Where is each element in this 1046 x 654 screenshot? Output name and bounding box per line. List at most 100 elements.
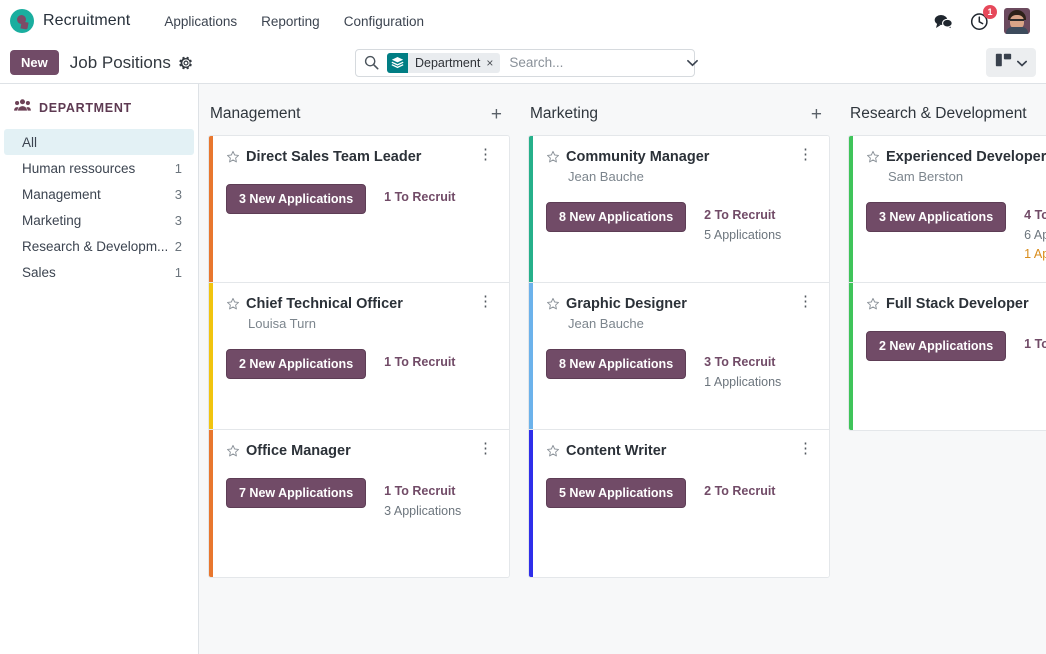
to-recruit-stat[interactable]: 1 To Recruit (384, 188, 455, 207)
sidebar-item-count: 1 (174, 264, 182, 280)
card-menu-icon[interactable]: ⋮ (476, 147, 495, 161)
card-header: Direct Sales Team Leader ⋮ (226, 147, 495, 166)
to-recruit-stat[interactable]: 1 To Recruit (384, 353, 455, 372)
star-outline-icon[interactable] (546, 444, 560, 458)
card-menu-icon[interactable]: ⋮ (796, 147, 815, 161)
menu-item-applications[interactable]: Applications (152, 8, 249, 35)
kanban-card[interactable]: Full Stack Developer ⋮ 2 New Application… (849, 283, 1046, 430)
column-title: Marketing (530, 105, 599, 122)
facet-remove-icon[interactable]: × (486, 57, 500, 69)
sidebar-item-human-ressources[interactable]: Human ressources 1 (4, 155, 194, 181)
star-outline-icon[interactable] (226, 297, 240, 311)
new-applications-button[interactable]: 2 New Applications (226, 349, 367, 380)
card-menu-icon[interactable]: ⋮ (796, 294, 815, 308)
kanban-card[interactable]: Graphic Designer ⋮ Jean Bauche 8 New App… (529, 283, 829, 430)
new-applications-button[interactable]: 3 New Applications (226, 184, 367, 215)
card-menu-icon[interactable]: ⋮ (476, 441, 495, 455)
to-recruit-stat[interactable]: 3 To Recruit (704, 353, 781, 372)
content-area: DEPARTMENT All Human ressources 1 Manage… (0, 84, 1046, 654)
search-dropdown-toggle[interactable] (686, 50, 699, 76)
to-recruit-stat[interactable]: 2 To Recruit (704, 206, 781, 225)
card-title: Office Manager (246, 443, 351, 459)
applications-stat[interactable]: 6 Applications (1024, 226, 1046, 245)
sidebar-item-management[interactable]: Management 3 (4, 181, 194, 207)
star-outline-icon[interactable] (866, 297, 880, 311)
star-outline-icon[interactable] (226, 150, 240, 164)
to-recruit-stat[interactable]: 1 To Recruit (1024, 335, 1046, 354)
star-outline-icon[interactable] (546, 150, 560, 164)
kanban-card[interactable]: Office Manager ⋮ 7 New Applications 1 To… (209, 430, 509, 577)
sidebar-item-research-development[interactable]: Research & Developm... 2 (4, 233, 194, 259)
user-avatar[interactable] (1004, 8, 1030, 34)
new-applications-button[interactable]: 2 New Applications (866, 331, 1007, 362)
column-title: Research & Development (850, 105, 1027, 122)
gear-icon[interactable] (179, 56, 193, 70)
card-header: Community Manager ⋮ (546, 147, 815, 166)
applications-stat[interactable]: 5 Applications (704, 226, 781, 245)
card-stats: 1 To Recruit (384, 349, 455, 372)
sidebar-item-marketing[interactable]: Marketing 3 (4, 207, 194, 233)
new-record-button[interactable]: New (10, 50, 59, 75)
card-menu-icon[interactable]: ⋮ (796, 441, 815, 455)
column-card-list: Experienced Developer ⋮ Sam Berston 3 Ne… (848, 135, 1046, 431)
star-outline-icon[interactable] (546, 297, 560, 311)
sidebar-item-label: Management (22, 186, 101, 202)
applications-stat[interactable]: 3 Applications (384, 502, 461, 521)
to-recruit-stat[interactable]: 4 To Recruit (1024, 206, 1046, 225)
menu-item-configuration[interactable]: Configuration (332, 8, 436, 35)
search-input[interactable] (500, 55, 687, 70)
add-card-button[interactable]: + (808, 105, 825, 124)
app-name: Recruitment (43, 12, 131, 29)
card-color-stripe (209, 283, 213, 429)
applications-stat[interactable]: 1 Applications (704, 373, 781, 392)
sidebar-item-sales[interactable]: Sales 1 (4, 259, 194, 285)
messages-button[interactable] (932, 10, 954, 32)
kanban-card[interactable]: Content Writer ⋮ 5 New Applications 2 To… (529, 430, 829, 577)
app-brand[interactable]: Recruitment (10, 9, 130, 33)
control-panel: New Job Positions Department × Search... (0, 42, 1046, 84)
search-bar[interactable]: Department × (355, 48, 699, 77)
new-applications-button[interactable]: 3 New Applications (866, 202, 1007, 233)
to-recruit-stat[interactable]: 1 To Recruit (384, 482, 461, 501)
column-header: Marketing + (528, 93, 830, 135)
new-applications-button[interactable]: 8 New Applications (546, 202, 687, 233)
kanban-card[interactable]: Chief Technical Officer ⋮ Louisa Turn 2 … (209, 283, 509, 430)
search-facet-department[interactable]: Department × (387, 52, 501, 73)
sidebar-item-count: 2 (174, 238, 182, 254)
new-applications-button[interactable]: 7 New Applications (226, 478, 367, 509)
avatar-glasses (1010, 19, 1024, 23)
activities-button[interactable]: 1 (968, 5, 997, 32)
view-switcher-kanban[interactable] (986, 48, 1036, 77)
kanban-column-research-development: Research & Development + Experienced Dev… (839, 84, 1046, 654)
card-stats: 1 To Recruit (1024, 331, 1046, 354)
kanban-card[interactable]: Direct Sales Team Leader ⋮ 3 New Applica… (209, 136, 509, 283)
star-outline-icon[interactable] (866, 150, 880, 164)
card-body: 5 New Applications 2 To Recruit (546, 478, 815, 509)
new-applications-button[interactable]: 5 New Applications (546, 478, 687, 509)
sidebar-item-label: All (22, 134, 38, 150)
star-outline-icon[interactable] (226, 444, 240, 458)
card-body: 3 New Applications 1 To Recruit (226, 184, 495, 215)
card-stats: 1 To Recruit 3 Applications (384, 478, 461, 521)
kanban-card[interactable]: Community Manager ⋮ Jean Bauche 8 New Ap… (529, 136, 829, 283)
kanban-column-management: Management + Direct Sales Team Leader ⋮ (199, 84, 519, 654)
card-body: 2 New Applications 1 To Recruit (226, 349, 495, 380)
sidebar-item-all[interactable]: All (4, 129, 194, 155)
to-recruit-stat[interactable]: 2 To Recruit (704, 482, 775, 501)
column-card-list: Community Manager ⋮ Jean Bauche 8 New Ap… (528, 135, 830, 578)
sidebar-title: DEPARTMENT (39, 100, 132, 115)
layers-icon[interactable] (387, 52, 408, 73)
column-title: Management (210, 105, 301, 122)
card-stats: 3 To Recruit 1 Applications (704, 349, 781, 392)
chevron-down-icon (1017, 54, 1027, 72)
new-applications-button[interactable]: 8 New Applications (546, 349, 687, 380)
card-color-stripe (849, 283, 853, 430)
add-card-button[interactable]: + (488, 105, 505, 124)
card-title: Full Stack Developer (886, 296, 1029, 312)
applications-warning-stat[interactable]: 1 Applications (1024, 245, 1046, 264)
card-subtitle: Louisa Turn (248, 316, 316, 332)
menu-item-reporting[interactable]: Reporting (249, 8, 332, 35)
card-menu-icon[interactable]: ⋮ (476, 294, 495, 308)
kanban-card[interactable]: Experienced Developer ⋮ Sam Berston 3 Ne… (849, 136, 1046, 283)
card-body: 2 New Applications 1 To Recruit (866, 331, 1046, 362)
